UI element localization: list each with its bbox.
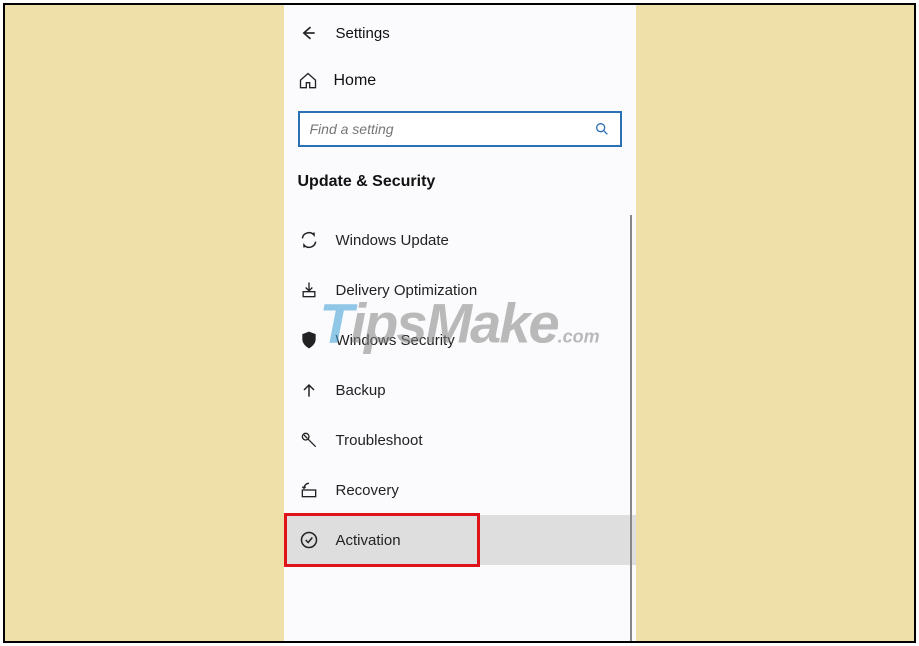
menu-item-label: Windows Update: [336, 232, 449, 249]
menu-item-label: Delivery Optimization: [336, 282, 478, 299]
sync-icon: [298, 230, 320, 250]
menu-item-label: Backup: [336, 382, 386, 399]
home-icon: [298, 71, 318, 91]
search-box[interactable]: [298, 111, 622, 147]
back-icon[interactable]: [298, 23, 318, 43]
sidebar-item-windows-security[interactable]: Windows Security: [284, 315, 636, 365]
section-header: Update & Security: [284, 165, 636, 215]
wrench-icon: [298, 430, 320, 450]
sidebar-item-backup[interactable]: Backup: [284, 365, 636, 415]
settings-window: Settings Home Update & Security Windows …: [284, 5, 636, 641]
menu-item-label: Activation: [336, 532, 401, 549]
sidebar-item-recovery[interactable]: Recovery: [284, 465, 636, 515]
menu-item-label: Troubleshoot: [336, 432, 423, 449]
check-circle-icon: [298, 530, 320, 550]
sidebar-item-windows-update[interactable]: Windows Update: [284, 215, 636, 265]
home-nav[interactable]: Home: [284, 61, 636, 105]
delivery-icon: [298, 280, 320, 300]
menu-item-label: Windows Security: [336, 332, 455, 349]
window-header: Settings: [284, 19, 636, 61]
menu-item-label: Recovery: [336, 482, 399, 499]
scrollbar[interactable]: [630, 215, 632, 641]
shield-icon: [298, 330, 320, 350]
backup-arrow-icon: [298, 380, 320, 400]
sidebar-item-activation[interactable]: Activation: [284, 515, 636, 565]
settings-menu: Windows Update Delivery Optimization Win…: [284, 215, 636, 641]
home-label: Home: [334, 72, 377, 90]
search-icon[interactable]: [584, 121, 620, 137]
sidebar-item-delivery-optimization[interactable]: Delivery Optimization: [284, 265, 636, 315]
sidebar-item-troubleshoot[interactable]: Troubleshoot: [284, 415, 636, 465]
recovery-icon: [298, 480, 320, 500]
search-input[interactable]: [300, 113, 584, 145]
page-title: Settings: [336, 25, 390, 42]
